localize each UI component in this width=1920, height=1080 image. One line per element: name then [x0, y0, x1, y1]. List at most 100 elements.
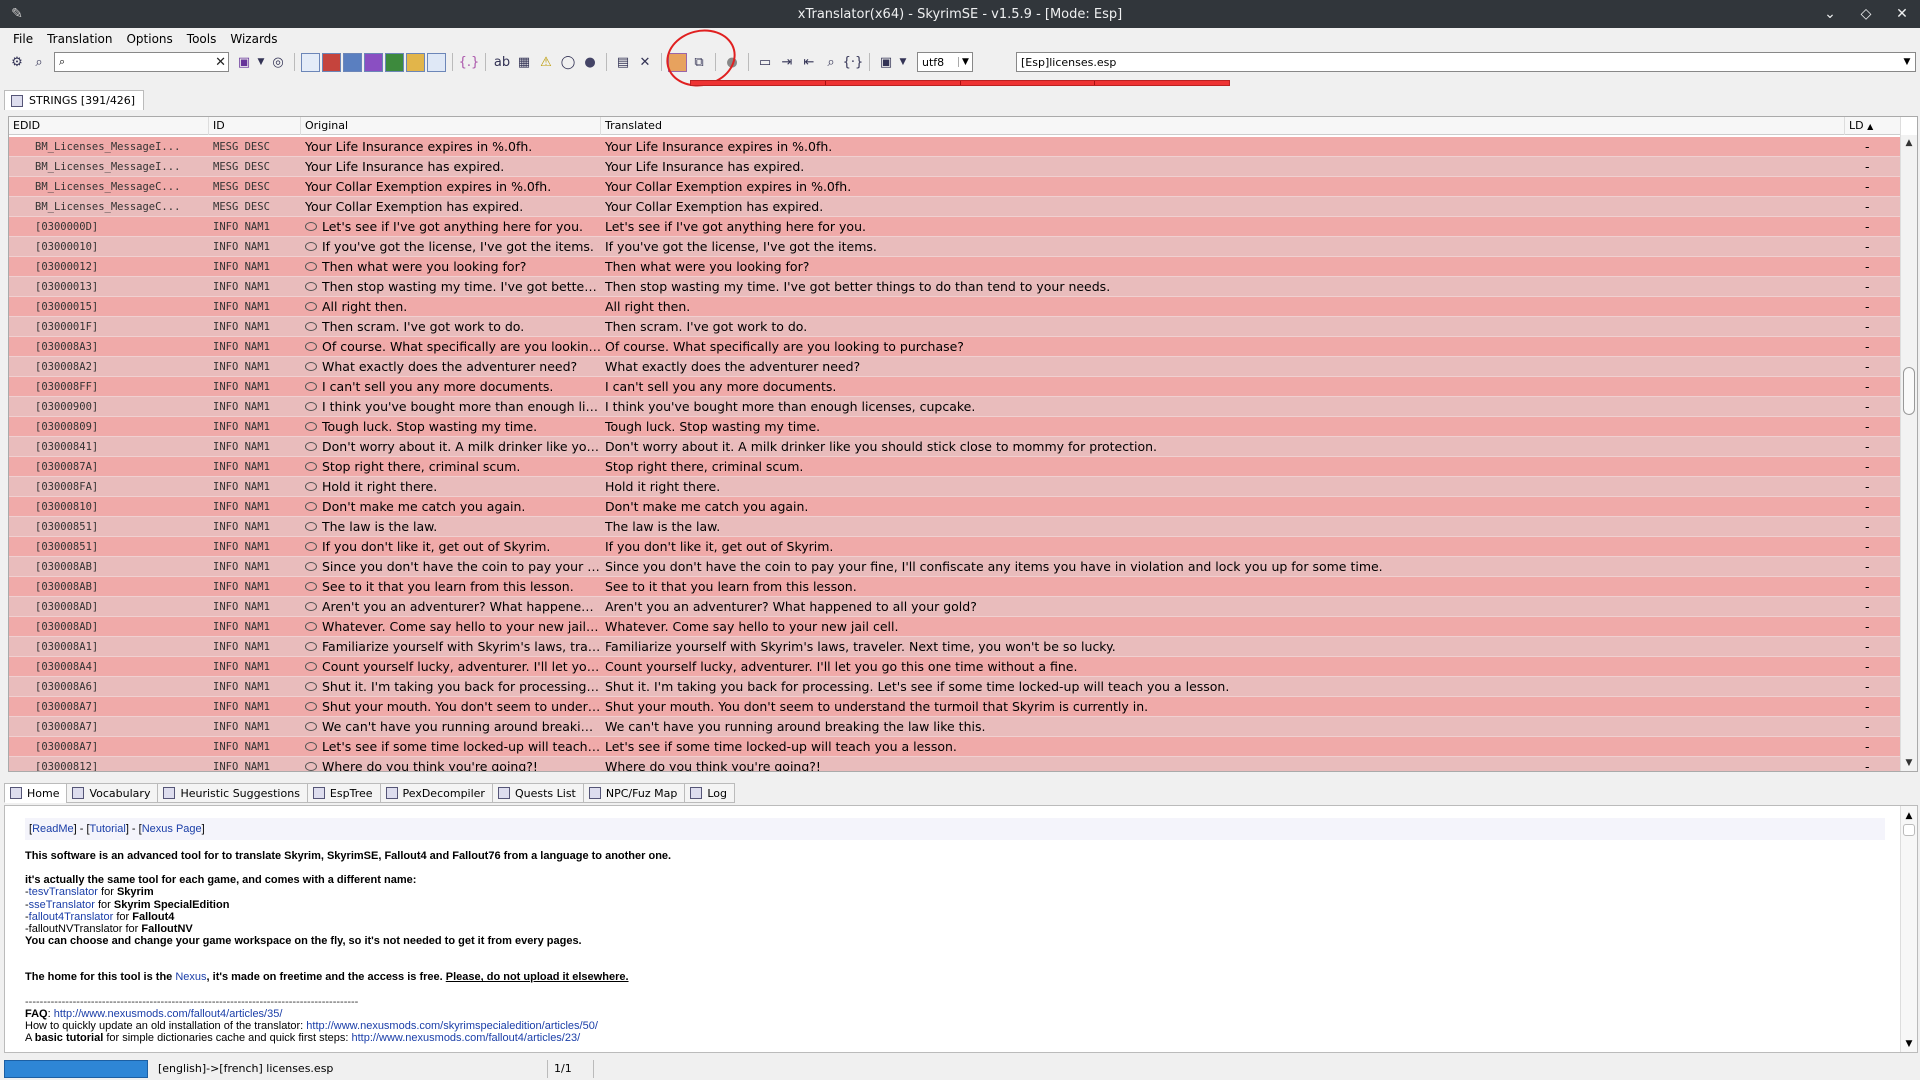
target-icon[interactable]: ◎ — [268, 52, 288, 72]
home-scrollbar[interactable]: ▲ ▼ — [1900, 806, 1917, 1052]
table-row[interactable]: [030008A4] INFO NAM1 Count yourself lucky,… — [9, 657, 1901, 677]
filter-dropdown-icon[interactable]: ▣ — [234, 52, 254, 72]
view-mode-6-button[interactable] — [406, 52, 425, 72]
table-row[interactable]: [03000015] INFO NAM1 All right then. All ri… — [9, 297, 1901, 317]
minimize-icon[interactable]: ⌄ — [1820, 4, 1840, 24]
view-search-button[interactable] — [427, 52, 446, 72]
table-row[interactable]: [03000809] INFO NAM1 Tough luck. Stop wast… — [9, 417, 1901, 437]
tab-pexdecompiler[interactable]: PexDecompiler — [379, 783, 493, 803]
settings-gear-icon[interactable]: ⚙ — [7, 52, 27, 72]
column-id[interactable]: ID — [209, 117, 301, 135]
table-row[interactable]: [0300087A] INFO NAM1 Stop right there, cri… — [9, 457, 1901, 477]
scroll-up-icon[interactable]: ▲ — [1901, 135, 1917, 151]
encoding-select[interactable]: utf8 ▼ — [917, 52, 973, 72]
tutorial-article-link[interactable]: http://www.nexusmods.com/fallout4/articl… — [352, 1032, 581, 1044]
table-row[interactable]: [030008A1] INFO NAM1 Familiarize yourself … — [9, 637, 1901, 657]
table-row[interactable]: BM_Licenses_MessageI... MESG DESC Your Lif… — [9, 137, 1901, 157]
tab-home[interactable]: Home — [4, 783, 68, 803]
scroll-down-icon[interactable]: ▼ — [1901, 1036, 1917, 1052]
column-translated[interactable]: Translated — [601, 117, 1845, 135]
nexus-link[interactable]: Nexus — [175, 971, 206, 983]
view-mode-3-button[interactable] — [343, 52, 362, 72]
table-row[interactable]: [030008A2] INFO NAM1 What exactly does the… — [9, 357, 1901, 377]
zoom-icon[interactable]: ⌕ — [821, 52, 841, 72]
update-link[interactable]: http://www.nexusmods.com/skyrimspecialed… — [306, 1020, 598, 1032]
user-icon[interactable]: ● — [580, 52, 600, 72]
table-row[interactable]: [0300001F] INFO NAM1 Then scram. I've got … — [9, 317, 1901, 337]
clear-search-icon[interactable]: ✕ — [211, 55, 230, 70]
tool-link-tesv[interactable]: tesvTranslator — [29, 886, 98, 898]
restore-icon[interactable]: ◇ — [1856, 4, 1876, 24]
table-row[interactable]: [030008FF] INFO NAM1 I can't sell you any … — [9, 377, 1901, 397]
readme-link[interactable]: ReadMe — [32, 823, 74, 835]
table-row[interactable]: [030008A6] INFO NAM1 Shut it. I'm taking y… — [9, 677, 1901, 697]
warning-icon[interactable]: ⚠ — [536, 52, 556, 72]
table-row[interactable]: [030008AD] INFO NAM1 Aren't you an adventu… — [9, 597, 1901, 617]
menu-file[interactable]: File — [6, 32, 40, 46]
table-row[interactable]: BM_Licenses_MessageC... MESG DESC Your Col… — [9, 177, 1901, 197]
table-row[interactable]: [03000010] INFO NAM1 If you've got the lic… — [9, 237, 1901, 257]
table-row[interactable]: [03000851] INFO NAM1 The law is the law. Th… — [9, 517, 1901, 537]
tool-link-fallout4[interactable]: fallout4Translator — [29, 911, 114, 923]
table-row[interactable]: [0300000D] INFO NAM1 Let's see if I've got… — [9, 217, 1901, 237]
table-row[interactable]: [030008FA] INFO NAM1 Hold it right there. H… — [9, 477, 1901, 497]
table-row[interactable]: [03000810] INFO NAM1 Don't make me catch y… — [9, 497, 1901, 517]
tool-link-sse[interactable]: sseTranslator — [29, 899, 95, 911]
menu-translation[interactable]: Translation — [40, 32, 119, 46]
table-row[interactable]: [03000812] INFO NAM1 Where do you think yo… — [9, 757, 1901, 771]
comment-icon[interactable]: ◯ — [558, 52, 578, 72]
monitor-icon[interactable]: ▭ — [755, 52, 775, 72]
table-row[interactable]: [030008A7] INFO NAM1 We can't have you run… — [9, 717, 1901, 737]
tab-quests-list[interactable]: Quests List — [491, 783, 584, 803]
file-select[interactable]: [Esp]licenses.esp ▼ — [1016, 52, 1916, 72]
display-icon[interactable]: ▣ — [876, 52, 896, 72]
tab-log[interactable]: Log — [684, 783, 735, 803]
chevron-down-icon[interactable]: ▼ — [898, 52, 908, 72]
table-row[interactable]: [03000013] INFO NAM1 Then stop wasting my … — [9, 277, 1901, 297]
scroll-thumb[interactable] — [1903, 367, 1915, 415]
scroll-up-icon[interactable]: ▲ — [1901, 808, 1917, 824]
view-mode-1-button[interactable] — [301, 52, 320, 72]
column-edid[interactable]: EDID — [9, 117, 209, 135]
import-icon[interactable]: ⇤ — [799, 52, 819, 72]
view-mode-2-button[interactable] — [322, 52, 341, 72]
spellcheck-icon[interactable]: ab — [492, 52, 512, 72]
table-row[interactable]: [03000900] INFO NAM1 I think you've bought… — [9, 397, 1901, 417]
tab-esptree[interactable]: EspTree — [306, 783, 381, 803]
search-input[interactable] — [65, 54, 212, 70]
column-original[interactable]: Original — [301, 117, 601, 135]
export-icon[interactable]: ⇥ — [777, 52, 797, 72]
faq-link[interactable]: http://www.nexusmods.com/fallout4/articl… — [54, 1008, 283, 1020]
table-row[interactable]: [03000841] INFO NAM1 Don't worry about it.… — [9, 437, 1901, 457]
script-icon[interactable]: {·} — [843, 52, 864, 72]
chevron-down-icon[interactable]: ▼ — [256, 52, 266, 72]
view-mode-5-button[interactable] — [385, 52, 404, 72]
scroll-thumb[interactable] — [1903, 824, 1915, 836]
grid-scrollbar[interactable]: ▲ ▼ — [1900, 135, 1917, 771]
table-row[interactable]: [030008A3] INFO NAM1 Of course. What speci… — [9, 337, 1901, 357]
tab-strings[interactable]: STRINGS [391/426] — [4, 90, 145, 110]
menu-wizards[interactable]: Wizards — [223, 32, 284, 46]
view-mode-4-button[interactable] — [364, 52, 383, 72]
table-row[interactable]: [030008AB] INFO NAM1 Since you don't have … — [9, 557, 1901, 577]
close-icon[interactable]: ✕ — [1892, 4, 1912, 24]
table-row[interactable]: BM_Licenses_MessageC... MESG DESC Your Col… — [9, 197, 1901, 217]
grid-icon[interactable]: ▤ — [613, 52, 633, 72]
delete-icon[interactable]: ✕ — [635, 52, 655, 72]
nexus-page-link[interactable]: Nexus Page — [142, 823, 202, 835]
table-row[interactable]: [030008AD] INFO NAM1 Whatever. Come say he… — [9, 617, 1901, 637]
table-row[interactable]: [03000012] INFO NAM1 Then what were you lo… — [9, 257, 1901, 277]
column-ld[interactable]: LD ▲ — [1845, 117, 1901, 135]
table-row[interactable]: BM_Licenses_MessageI... MESG DESC Your Lif… — [9, 157, 1901, 177]
tab-npc-fuz-map[interactable]: NPC/Fuz Map — [582, 783, 686, 803]
tutorial-link[interactable]: Tutorial — [90, 823, 126, 835]
table-row[interactable]: [030008AB] INFO NAM1 See to it that you le… — [9, 577, 1901, 597]
tab-vocabulary[interactable]: Vocabulary — [66, 783, 159, 803]
scroll-down-icon[interactable]: ▼ — [1901, 755, 1917, 771]
table-row[interactable]: [03000851] INFO NAM1 If you don't like it,… — [9, 537, 1901, 557]
table-icon[interactable]: ▦ — [514, 52, 534, 72]
table-row[interactable]: [030008A7] INFO NAM1 Shut your mouth. You … — [9, 697, 1901, 717]
braces-icon[interactable]: {.} — [459, 52, 480, 72]
tab-heuristic-suggestions[interactable]: Heuristic Suggestions — [157, 783, 308, 803]
menu-options[interactable]: Options — [119, 32, 179, 46]
